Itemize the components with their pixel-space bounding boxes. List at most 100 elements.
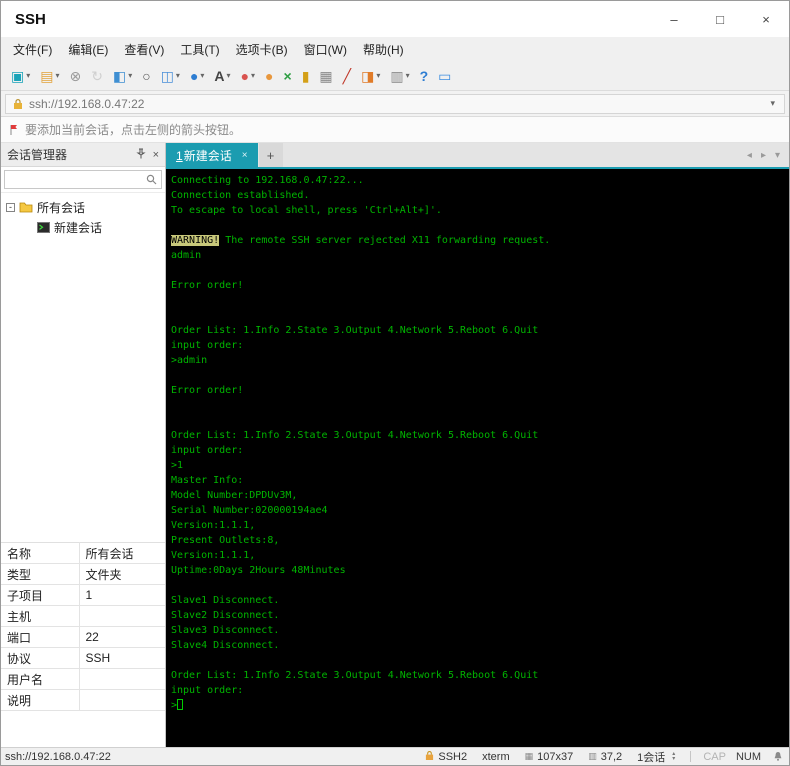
notice-bar: 要添加当前会话，点击左侧的箭头按钮。 bbox=[1, 117, 789, 143]
terminal-line: Order List: 1.Info 2.State 3.Output 4.Ne… bbox=[171, 430, 539, 441]
collapse-icon[interactable]: - bbox=[6, 202, 15, 212]
print-icon[interactable]: ▦ bbox=[315, 64, 336, 88]
property-row: 类型 文件夹 bbox=[1, 563, 165, 585]
property-label: 端口 bbox=[1, 626, 80, 648]
status-cursor-position: ▥ 37,2 bbox=[588, 750, 623, 763]
fullscreen-icon[interactable]: × bbox=[280, 64, 296, 88]
session-manager-icon[interactable]: ◧ ▾ bbox=[109, 64, 136, 88]
property-label: 用户名 bbox=[1, 668, 80, 690]
flag-icon bbox=[9, 124, 19, 136]
terminal[interactable]: Connecting to 192.168.0.47:22... Connecti… bbox=[166, 169, 789, 747]
terminal-line: Connecting to 192.168.0.47:22... bbox=[171, 175, 364, 186]
minimize-button[interactable]: – bbox=[651, 1, 697, 37]
dropdown-arrow-icon: ▾ bbox=[128, 71, 133, 80]
property-value: 所有会话 bbox=[79, 542, 165, 564]
num-lock-indicator: NUM bbox=[735, 750, 761, 763]
property-value: 文件夹 bbox=[79, 563, 165, 585]
status-terminal-type: xterm bbox=[482, 750, 510, 763]
menu-item-5[interactable]: 选项卡(B) bbox=[228, 38, 296, 61]
caps-lock-indicator: CAP bbox=[703, 750, 726, 763]
menu-item-6[interactable]: 窗口(W) bbox=[296, 38, 355, 61]
title-bar: SSH – □ × bbox=[1, 1, 789, 37]
lock-screen-icon[interactable]: ▮ bbox=[298, 64, 314, 88]
dropdown-arrow-icon: ▾ bbox=[226, 71, 231, 80]
tree-item-new-session[interactable]: 新建会话 bbox=[1, 217, 165, 237]
layout-icon[interactable]: ▥ ▾ bbox=[386, 64, 413, 88]
status-session-count[interactable]: 1会话 ▴ ▾ bbox=[637, 749, 675, 765]
transfer-icon[interactable]: ◨ ▾ bbox=[357, 64, 384, 88]
maximize-button[interactable]: □ bbox=[697, 1, 743, 37]
feedback-icon[interactable]: ▭ bbox=[434, 64, 455, 88]
tab-scroll-right-icon[interactable]: ▸ bbox=[761, 150, 766, 161]
terminal-line: Master Info: bbox=[171, 475, 244, 486]
status-encryption: SSH2 bbox=[425, 750, 467, 764]
terminal-line: Model Number:DPDUv3M, bbox=[171, 490, 298, 501]
address-dropdown-icon[interactable]: ▾ bbox=[768, 98, 777, 109]
tab-new-session[interactable]: 1新建会话 × bbox=[166, 143, 258, 167]
panel-close-icon[interactable]: × bbox=[153, 149, 159, 161]
bell-icon[interactable] bbox=[773, 751, 783, 762]
tree-item-all-sessions[interactable]: - 所有会话 bbox=[1, 197, 165, 217]
font-icon[interactable]: A ▾ bbox=[210, 64, 234, 88]
terminal-line: Slave4 Disconnect. bbox=[171, 640, 280, 651]
terminal-line: input order: bbox=[171, 340, 244, 351]
property-row: 名称 所有会话 bbox=[1, 542, 165, 564]
find-icon[interactable]: ○ bbox=[138, 64, 154, 88]
menu-item-2[interactable]: 编辑(E) bbox=[60, 38, 116, 61]
reconnect-icon: ↻ bbox=[91, 67, 103, 84]
tool-bar: ▣ ▾ ▤ ▾ ⊗ ↻ ◧ ▾ ○ ◫ ▾ ● ▾ A ▾ ● ▾ ● × ▮ ▦ ╱ ◨ ▾ ▥ ▾? ▭ bbox=[1, 61, 789, 91]
lock-icon bbox=[13, 98, 23, 110]
dropdown-arrow-icon: ▾ bbox=[200, 71, 205, 80]
session-icon bbox=[37, 221, 50, 233]
menu-item-4[interactable]: 工具(T) bbox=[172, 38, 227, 61]
terminal-line: Error order! bbox=[171, 385, 244, 396]
property-label: 名称 bbox=[1, 542, 80, 564]
dropdown-arrow-icon: ▾ bbox=[175, 71, 180, 80]
disconnect-icon[interactable]: ⊗ bbox=[66, 64, 86, 88]
tab-scroll-left-icon[interactable]: ◂ bbox=[747, 150, 752, 161]
app-window: SSH – □ × 文件(F) 编辑(E) 查看(V) 工具(T) 选项卡(B) 窗口(W) 帮… bbox=[0, 0, 790, 766]
terminal-text: The remote SSH server rejected X11 forwa… bbox=[219, 235, 551, 246]
menu-item-1[interactable]: 文件(F) bbox=[5, 38, 60, 61]
logging-icon[interactable]: ● ▾ bbox=[237, 64, 259, 88]
cursor-position-icon: ▥ bbox=[588, 751, 597, 761]
terminal-line: Version:1.1.1, bbox=[171, 550, 256, 561]
session-search bbox=[1, 167, 165, 193]
menu-item-7[interactable]: 帮助(H) bbox=[355, 38, 412, 61]
properties-table: 名称 所有会话 类型 文件夹 子项目 1 主机 端口 22 协议 SSH 用户名 说明 bbox=[1, 542, 165, 711]
dropdown-arrow-icon: ▾ bbox=[55, 71, 60, 80]
ssl-lock-icon bbox=[425, 750, 434, 764]
new-tab-button[interactable]: + bbox=[258, 143, 283, 167]
tab-bar: 1新建会话 × + ◂ ▸ ▾ bbox=[166, 143, 789, 169]
property-value bbox=[79, 689, 165, 711]
pin-icon[interactable] bbox=[135, 148, 146, 162]
property-row: 子项目 1 bbox=[1, 584, 165, 606]
address-field[interactable]: ssh://192.168.0.47:22 ▾ bbox=[5, 93, 785, 114]
tab-menu-icon[interactable]: ▾ bbox=[775, 150, 780, 161]
property-row: 端口 22 bbox=[1, 626, 165, 648]
sidebar-filler bbox=[1, 711, 165, 747]
session-tree: - 所有会话新建会话 bbox=[1, 193, 165, 542]
new-session-icon[interactable]: ▣ ▾ bbox=[7, 64, 34, 88]
session-search-input[interactable] bbox=[4, 170, 162, 189]
notice-text: 要添加当前会话，点击左侧的箭头按钮。 bbox=[25, 123, 242, 137]
terminal-line: Slave1 Disconnect. bbox=[171, 595, 280, 606]
terminal-line: Slave2 Disconnect. bbox=[171, 610, 280, 621]
terminal-line: > bbox=[171, 698, 785, 713]
tab-close-icon[interactable]: × bbox=[242, 150, 248, 161]
highlight-pen-icon[interactable]: ╱ bbox=[339, 64, 355, 88]
menu-item-3[interactable]: 查看(V) bbox=[116, 38, 172, 61]
close-button[interactable]: × bbox=[743, 1, 789, 37]
duplicate-session-icon[interactable]: ◫ ▾ bbox=[157, 64, 184, 88]
session-nav-icon[interactable]: ▴ ▾ bbox=[672, 751, 675, 762]
help-icon[interactable]: ? bbox=[416, 64, 433, 88]
web-browser-icon[interactable]: ● ▾ bbox=[186, 64, 208, 88]
open-session-icon[interactable]: ▤ ▾ bbox=[36, 64, 63, 88]
tree-item-label: 所有会话 bbox=[37, 200, 86, 215]
property-row: 用户名 bbox=[1, 668, 165, 690]
capture-icon[interactable]: ● bbox=[261, 64, 277, 88]
status-bar: ssh://192.168.0.47:22 SSH2 xterm ▦ 107x3… bbox=[1, 747, 789, 765]
